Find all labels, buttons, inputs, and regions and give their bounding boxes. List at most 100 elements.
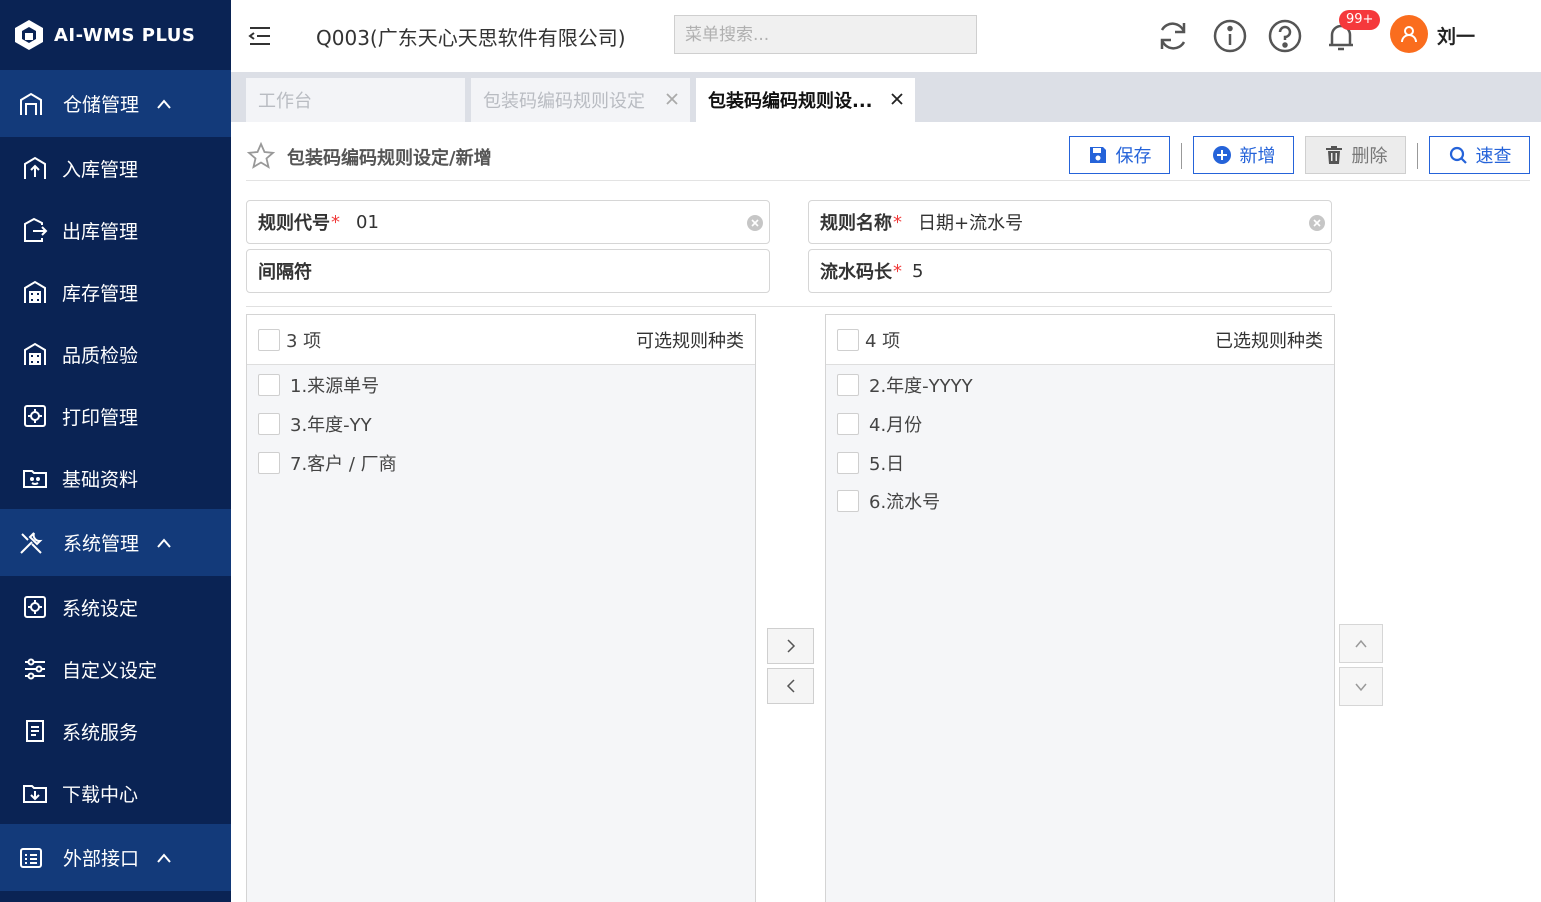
rule-code-label: 规则代号 [258, 213, 330, 234]
rule-name-field[interactable]: 规则名称 * 日期+流水号 [808, 200, 1332, 244]
sidebar-item-custom-settings[interactable]: 自定义设定 [0, 638, 231, 700]
add-button[interactable]: 新增 [1193, 136, 1294, 174]
rule-name-input[interactable]: 日期+流水号 [918, 209, 1023, 235]
item-checkbox[interactable] [258, 374, 280, 397]
selected-rules-list: 2.年度-YYYY 4.月份 5.日 6.流水号 [826, 366, 1334, 521]
chevron-left-icon [786, 679, 795, 693]
close-icon[interactable] [664, 91, 680, 107]
sidebar-group-system[interactable]: 系统管理 [0, 509, 231, 576]
tab-packing-code-rule-new[interactable]: 包装码编码规则设... [696, 78, 915, 122]
serial-length-input[interactable]: 5 [912, 261, 923, 282]
list-item[interactable]: 5.日 [826, 443, 1334, 482]
move-up-button[interactable] [1339, 624, 1383, 663]
sidebar-item-label: 系统服务 [62, 721, 139, 744]
item-checkbox[interactable] [258, 413, 280, 436]
user-icon [1401, 26, 1417, 43]
sidebar-item-inventory[interactable]: 库存管理 [0, 261, 231, 323]
sidebar-group-label: 系统管理 [63, 533, 140, 555]
sidebar-group-interface[interactable]: 外部接口 [0, 824, 231, 891]
username[interactable]: 刘一 [1437, 22, 1475, 49]
inbound-icon [24, 156, 46, 179]
chevron-right-icon [786, 639, 795, 653]
move-right-button[interactable] [767, 628, 814, 664]
divider [1181, 143, 1182, 169]
help-icon[interactable] [1267, 18, 1303, 54]
logo: AI-WMS PLUS [0, 0, 231, 70]
interface-icon [20, 847, 42, 868]
serial-length-field[interactable]: 流水码长 * 5 [808, 249, 1332, 293]
print-icon [24, 405, 46, 427]
sidebar-group-storage[interactable]: 仓储管理 [0, 70, 231, 137]
list-item[interactable]: 2.年度-YYYY [826, 366, 1334, 405]
list-item[interactable]: 1.来源单号 [247, 366, 755, 405]
tab-label: 包装码编码规则设定 [483, 91, 645, 112]
item-count: 3 项 [286, 330, 322, 352]
move-down-button[interactable] [1339, 667, 1383, 706]
separator-field[interactable]: 间隔符 [246, 249, 770, 293]
move-left-button[interactable] [767, 668, 814, 704]
clear-icon[interactable] [747, 215, 763, 231]
select-all-checkbox[interactable] [258, 328, 280, 351]
panel-header: 4 项 已选规则种类 [826, 315, 1334, 365]
sidebar-item-inbound[interactable]: 入库管理 [0, 137, 231, 199]
trash-icon [1325, 146, 1342, 164]
quality-icon [24, 342, 46, 365]
list-item[interactable]: 6.流水号 [826, 482, 1334, 521]
page-header: 包装码编码规则设定/新增 保存 新增 删除 速查 [246, 133, 1530, 181]
tab-workbench[interactable]: 工作台 [246, 78, 465, 122]
required-mark: * [893, 260, 902, 282]
menu-search-input[interactable] [674, 15, 977, 54]
chevron-up-icon [1355, 639, 1367, 647]
sidebar-item-label: 下载中心 [62, 783, 139, 806]
star-icon[interactable] [246, 141, 276, 171]
chevron-up-icon [157, 852, 171, 863]
query-button[interactable]: 速查 [1429, 136, 1530, 174]
search-icon [1449, 146, 1467, 164]
save-button[interactable]: 保存 [1069, 136, 1170, 174]
chevron-down-icon [1355, 683, 1367, 691]
chevron-up-icon [157, 537, 171, 548]
info-icon[interactable] [1212, 18, 1248, 54]
logo-icon [15, 20, 43, 50]
delete-button[interactable]: 删除 [1305, 136, 1406, 174]
rule-code-field[interactable]: 规则代号 * 01 [246, 200, 770, 244]
notification-badge: 99+ [1339, 10, 1381, 30]
logo-text: AI-WMS PLUS [54, 24, 196, 46]
select-all-checkbox[interactable] [837, 328, 859, 351]
tab-packing-code-rule[interactable]: 包装码编码规则设定 [471, 78, 690, 122]
save-icon [1089, 147, 1106, 163]
sidebar-item-outbound[interactable]: 出库管理 [0, 199, 231, 261]
separator-label: 间隔符 [258, 262, 312, 283]
selected-rules-panel: 4 项 已选规则种类 2.年度-YYYY 4.月份 5.日 6.流水号 [825, 314, 1335, 902]
item-checkbox[interactable] [837, 490, 859, 513]
clear-icon[interactable] [1309, 215, 1325, 231]
serial-length-label: 流水码长 [820, 262, 892, 283]
sidebar-item-print[interactable]: 打印管理 [0, 385, 231, 447]
item-checkbox[interactable] [837, 413, 859, 436]
sidebar-item-system-service[interactable]: 系统服务 [0, 700, 231, 762]
item-checkbox[interactable] [837, 451, 859, 474]
list-item[interactable]: 7.客户 / 厂商 [247, 443, 755, 482]
rule-name-label: 规则名称 [820, 213, 892, 234]
chevron-up-icon [157, 98, 171, 109]
divider [246, 306, 1332, 307]
sidebar-item-system-settings[interactable]: 系统设定 [0, 576, 231, 638]
item-checkbox[interactable] [258, 451, 280, 474]
sidebar-item-download-center[interactable]: 下载中心 [0, 762, 231, 824]
plus-circle-icon [1212, 146, 1231, 164]
sidebar-item-basic-data[interactable]: 基础资料 [0, 447, 231, 509]
rule-code-input[interactable]: 01 [356, 212, 379, 233]
item-checkbox[interactable] [837, 374, 859, 397]
sidebar-item-quality[interactable]: 品质检验 [0, 323, 231, 385]
list-item[interactable]: 3.年度-YY [247, 405, 755, 444]
avatar[interactable] [1390, 15, 1428, 53]
sliders-icon [25, 658, 45, 680]
settings-icon [24, 596, 46, 618]
item-count: 4 项 [865, 330, 901, 352]
service-icon [26, 720, 44, 742]
list-item[interactable]: 4.月份 [826, 405, 1334, 444]
close-icon[interactable] [889, 91, 905, 107]
refresh-icon[interactable] [1155, 18, 1191, 54]
company-name[interactable]: Q003(广东天心天思软件有限公司) [316, 22, 626, 51]
menu-fold-icon[interactable] [248, 25, 272, 47]
